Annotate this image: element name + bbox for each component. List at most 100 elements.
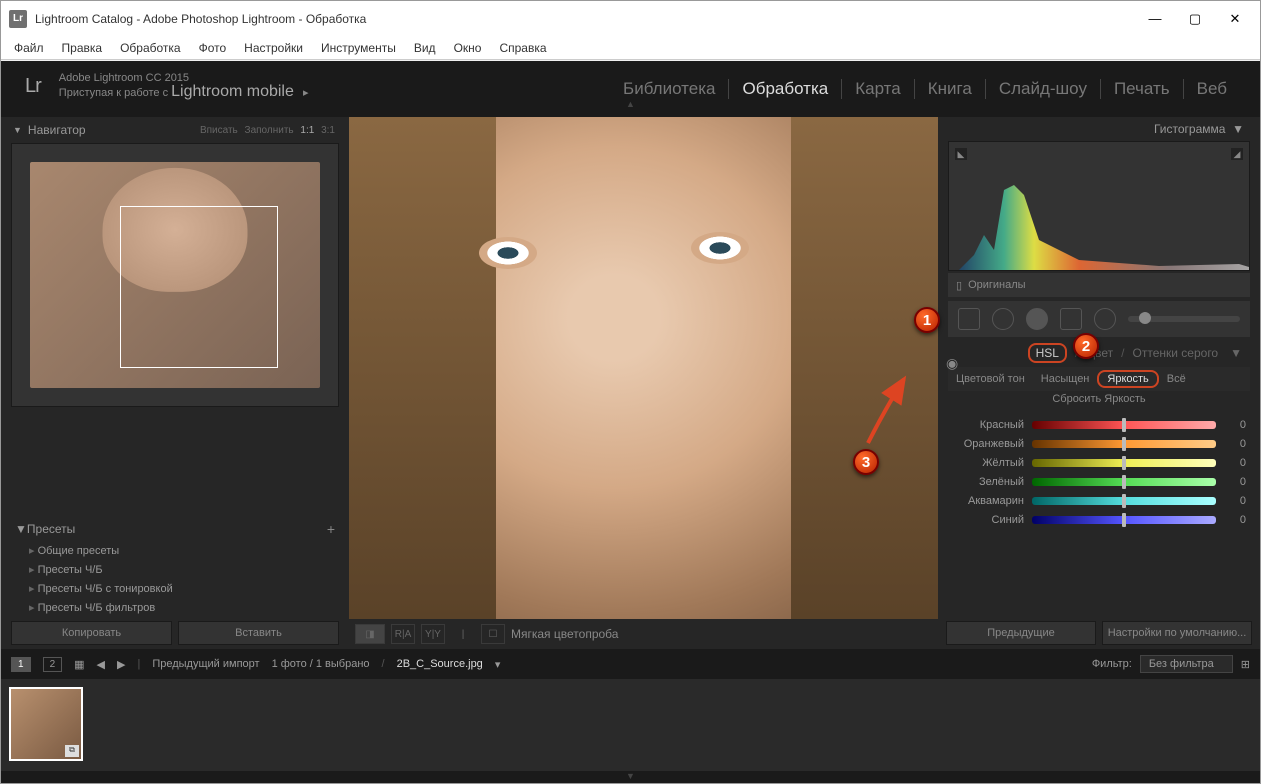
mobile-arrow-icon[interactable]: ▸ [303,87,309,99]
slider-label: Зелёный [952,476,1032,488]
menu-settings[interactable]: Настройки [235,38,312,58]
module-library[interactable]: Библиотека [610,79,729,99]
all-tab[interactable]: Всё [1159,373,1194,385]
preset-folder[interactable]: Пресеты Ч/Б фильтров [29,598,343,617]
menu-window[interactable]: Окно [445,38,491,58]
grad-filter-tool[interactable] [1060,308,1082,330]
primary-display-button[interactable]: 1 [11,657,31,672]
slider-track[interactable] [1032,497,1216,505]
module-book[interactable]: Книга [915,79,986,99]
histogram-view[interactable]: ◣ ◢ [948,141,1250,271]
disclosure-icon: ▼ [13,125,22,135]
menu-tools[interactable]: Инструменты [312,38,405,58]
slider-value[interactable]: 0 [1216,438,1246,450]
slider-value[interactable]: 0 [1216,457,1246,469]
preset-folder[interactable]: Пресеты Ч/Б [29,560,343,579]
titlebar[interactable]: Lr Lightroom Catalog - Adobe Photoshop L… [1,1,1260,36]
slider-thumb[interactable] [1122,418,1126,432]
center-panel: ◨ R|A Y|Y | ☐ Мягкая цветопроба [349,117,938,649]
histogram-header[interactable]: Гистограмма ▼ [944,117,1254,141]
slider-thumb[interactable] [1122,456,1126,470]
preset-folder[interactable]: Общие пресеты [29,541,343,560]
navigator-header[interactable]: ▼ Навигатор Вписать Заполнить 1:1 3:1 [7,117,343,143]
previous-button[interactable]: Предыдущие [946,621,1096,645]
menu-develop[interactable]: Обработка [111,38,190,58]
slider-thumb[interactable] [1122,475,1126,489]
filter-lock-icon[interactable]: ⊞ [1241,658,1250,671]
source-label[interactable]: Предыдущий импорт [152,658,259,670]
spot-tool[interactable] [992,308,1014,330]
slider-thumb[interactable] [1122,494,1126,508]
navigator-crop-rect[interactable] [120,206,278,368]
module-web[interactable]: Веб [1184,79,1240,99]
filmstrip-strip[interactable]: ⧉ [1,679,1260,771]
grid-icon[interactable]: ▦ [74,658,84,671]
image-preview[interactable] [349,117,938,619]
secondary-display-button[interactable]: 2 [43,657,63,672]
slider-track[interactable] [1032,516,1216,524]
nav-1to1[interactable]: 1:1 [300,125,314,136]
target-adjust-tool[interactable]: ◉ [946,355,958,372]
top-panel-handle[interactable]: ▲ [1,99,1260,109]
close-button[interactable]: ✕ [1224,8,1246,30]
paste-button[interactable]: Вставить [178,621,339,645]
softproof-checkbox[interactable]: ☐ [481,624,505,644]
nav-3to1[interactable]: 3:1 [321,125,335,136]
shadow-clip-icon[interactable]: ◣ [955,148,967,160]
menu-file[interactable]: Файл [5,38,53,58]
reset-luminance-button[interactable]: Сбросить Яркость [948,393,1250,413]
presets-header[interactable]: ▼ Пресеты + [7,517,343,541]
prev-photo-button[interactable]: ◀ [97,658,105,671]
highlight-clip-icon[interactable]: ◢ [1231,148,1243,160]
slider-value[interactable]: 0 [1216,495,1246,507]
app-body: Lr Adobe Lightroom CC 2015 Приступая к р… [1,61,1260,783]
hsl-tab[interactable]: HSL [1028,343,1067,363]
defaults-button[interactable]: Настройки по умолчанию... [1102,621,1252,645]
slider-value[interactable]: 0 [1216,476,1246,488]
slider-value[interactable]: 0 [1216,419,1246,431]
filename-label[interactable]: 2B_C_Source.jpg [397,658,483,670]
before-after-tb-button[interactable]: Y|Y [421,624,445,644]
grayscale-tab[interactable]: Оттенки серого [1133,346,1219,360]
radial-filter-tool[interactable] [1094,308,1116,330]
maximize-button[interactable]: ▢ [1184,8,1206,30]
menu-edit[interactable]: Правка [53,38,112,58]
hue-tab[interactable]: Цветовой тон [948,373,1033,385]
saturation-tab[interactable]: Насыщен [1033,373,1098,385]
filmstrip-thumbnail[interactable]: ⧉ [9,687,83,761]
redeye-tool[interactable] [1026,308,1048,330]
menu-help[interactable]: Справка [490,38,555,58]
menu-photo[interactable]: Фото [190,38,236,58]
nav-fill[interactable]: Заполнить [245,125,294,136]
dropdown-icon[interactable]: ▾ [495,658,501,671]
crop-tool[interactable] [958,308,980,330]
module-slideshow[interactable]: Слайд-шоу [986,79,1101,99]
slider-thumb[interactable] [1122,437,1126,451]
filter-dropdown[interactable]: Без фильтра [1140,655,1233,673]
slider-track[interactable] [1032,421,1216,429]
slider-thumb[interactable] [1122,513,1126,527]
slider-track[interactable] [1032,440,1216,448]
module-map[interactable]: Карта [842,79,915,99]
copy-button[interactable]: Копировать [11,621,172,645]
minimize-button[interactable]: — [1144,8,1166,30]
originals-row[interactable]: ▯ Оригиналы [948,273,1250,297]
navigator-view[interactable] [11,143,339,407]
next-photo-button[interactable]: ▶ [117,658,125,671]
loupe-view-button[interactable]: ◨ [355,624,385,644]
preset-folder[interactable]: Пресеты Ч/Б с тонировкой [29,579,343,598]
slider-track[interactable] [1032,459,1216,467]
bottom-panel-handle[interactable]: ▼ [1,771,1260,781]
module-develop[interactable]: Обработка [729,79,842,99]
slider-track[interactable] [1032,478,1216,486]
menu-view[interactable]: Вид [405,38,445,58]
luminance-tab[interactable]: Яркость [1097,370,1158,388]
before-after-lr-button[interactable]: R|A [391,624,415,644]
hsl-subtabs: Цветовой тон Насыщен Яркость Всё [948,367,1250,391]
mobile-link[interactable]: Lightroom mobile [171,83,294,100]
add-preset-button[interactable]: + [327,521,335,537]
brush-slider[interactable] [1128,316,1240,322]
nav-fit[interactable]: Вписать [200,125,238,136]
module-print[interactable]: Печать [1101,79,1184,99]
slider-value[interactable]: 0 [1216,514,1246,526]
